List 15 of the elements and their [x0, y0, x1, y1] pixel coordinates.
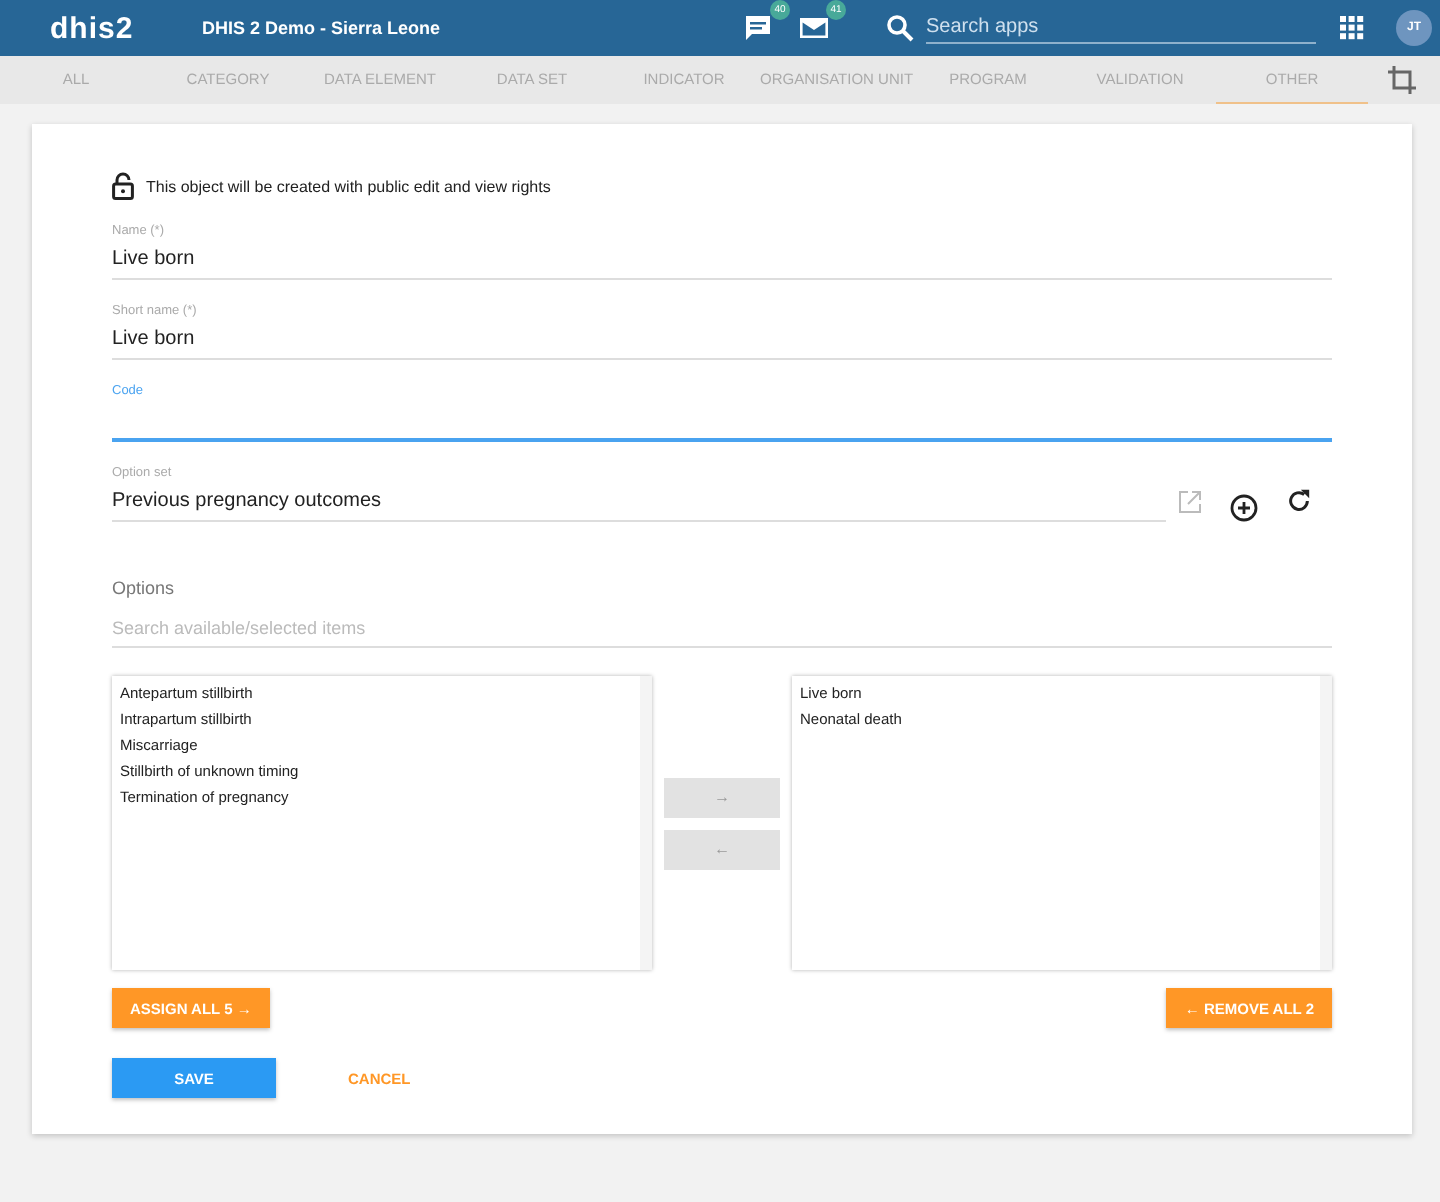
- search-field[interactable]: Search apps: [926, 12, 1316, 44]
- notice-text: This object will be created with public edit and view rights: [146, 177, 551, 195]
- lock-icon: [112, 172, 134, 200]
- refresh-icon[interactable]: [1286, 488, 1312, 514]
- instance-title: DHIS 2 Demo - Sierra Leone: [202, 18, 443, 38]
- options-title: Options: [112, 578, 177, 598]
- crop-icon[interactable]: [1388, 66, 1416, 94]
- remove-button[interactable]: ←: [664, 829, 780, 869]
- envelope-icon: [798, 14, 830, 42]
- search-icon: [886, 14, 914, 42]
- apps-grid-icon[interactable]: [1340, 16, 1364, 40]
- assign-button[interactable]: →: [664, 777, 780, 817]
- chat-icon: [742, 12, 774, 44]
- logo-text: dhis2: [50, 11, 136, 45]
- add-icon[interactable]: [1230, 494, 1258, 522]
